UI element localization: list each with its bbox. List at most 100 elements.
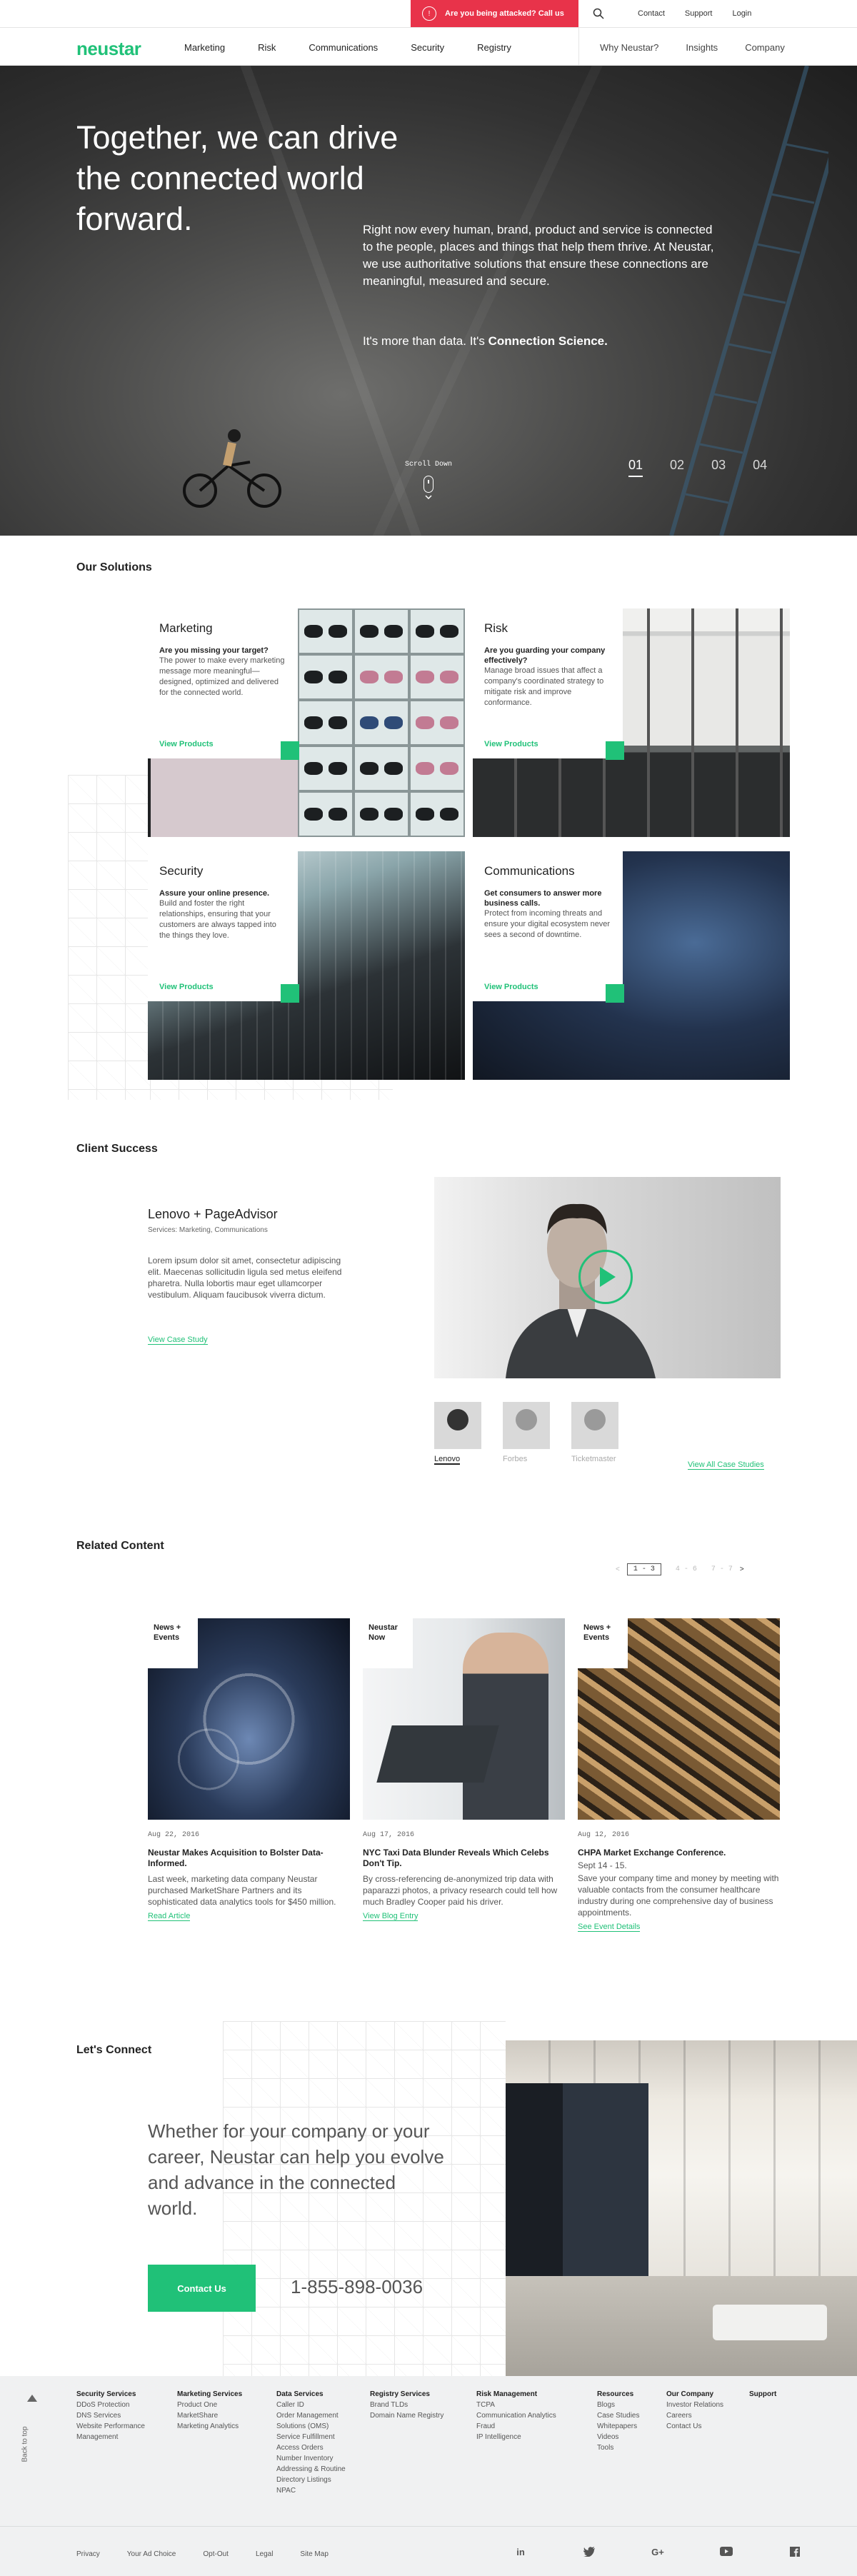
site-map-link[interactable]: Site Map xyxy=(300,2550,328,2558)
related-item-image[interactable]: Neustar Now xyxy=(363,1618,565,1820)
footer-link[interactable]: Case Studies xyxy=(597,2412,639,2420)
view-products-link[interactable]: View Products xyxy=(159,983,214,991)
nav-marketing[interactable]: Marketing xyxy=(184,42,225,53)
view-products-link[interactable]: View Products xyxy=(159,740,214,748)
pager-page[interactable]: 4 - 6 xyxy=(676,1565,697,1573)
sunglasses-grid-image xyxy=(298,608,465,837)
footer-link[interactable]: Directory Listings xyxy=(276,2476,331,2484)
nav-registry[interactable]: Registry xyxy=(477,42,511,53)
phone-number[interactable]: 1-855-898-0036 xyxy=(291,2276,423,2298)
footer-link[interactable]: MarketShare xyxy=(177,2412,218,2420)
footer-column-heading[interactable]: Registry Services xyxy=(370,2390,430,2398)
client-thumb-lenovo[interactable]: Lenovo xyxy=(434,1402,481,1465)
related-item-image[interactable]: News + Events xyxy=(578,1618,780,1820)
related-item-title[interactable]: CHPA Market Exchange Conference. xyxy=(578,1848,780,1858)
legal-link[interactable]: Legal xyxy=(256,2550,273,2558)
related-item-title[interactable]: NYC Taxi Data Blunder Reveals Which Cele… xyxy=(363,1848,565,1869)
footer-link[interactable]: Whitepapers xyxy=(597,2422,637,2430)
attack-alert-link[interactable]: ! Are you being attacked? Call us xyxy=(411,0,578,27)
view-all-case-studies-link[interactable]: View All Case Studies xyxy=(688,1460,764,1470)
opt-out-link[interactable]: Opt-Out xyxy=(203,2550,229,2558)
client-thumb-ticketmaster[interactable]: Ticketmaster xyxy=(571,1402,618,1465)
twitter-icon[interactable] xyxy=(583,2547,596,2558)
solution-card-security[interactable]: Security Assure your online presence. Bu… xyxy=(148,851,465,1080)
footer-link[interactable]: Caller ID xyxy=(276,2401,304,2409)
footer-link[interactable]: TCPA xyxy=(476,2401,495,2409)
read-article-link[interactable]: Read Article xyxy=(148,1912,191,1921)
footer-link[interactable]: Website Performance Management xyxy=(76,2421,169,2442)
footer-link[interactable]: Marketing Analytics xyxy=(177,2422,239,2430)
nav-security[interactable]: Security xyxy=(411,42,444,53)
nav-company[interactable]: Company xyxy=(745,42,785,53)
linkedin-icon[interactable]: in xyxy=(514,2547,527,2558)
footer-link[interactable]: Product One xyxy=(177,2401,217,2409)
footer-link[interactable]: DNS Services xyxy=(76,2412,121,2420)
footer-link[interactable]: Blogs xyxy=(597,2401,615,2409)
nav-communications[interactable]: Communications xyxy=(309,42,378,53)
client-thumb-forbes[interactable]: Forbes xyxy=(503,1402,550,1465)
solution-card-communications[interactable]: Communications Get consumers to answer m… xyxy=(473,851,790,1080)
support-link[interactable]: Support xyxy=(685,9,713,18)
pager-current[interactable]: 1 - 3 xyxy=(626,1563,661,1575)
nav-why-neustar[interactable]: Why Neustar? xyxy=(600,42,658,53)
pager-page[interactable]: 7 - 7 xyxy=(711,1565,733,1573)
related-item-image[interactable]: News + Events xyxy=(148,1618,350,1820)
nav-insights[interactable]: Insights xyxy=(686,42,718,53)
neustar-logo[interactable]: neustar xyxy=(76,38,141,60)
slide-03[interactable]: 03 xyxy=(711,458,726,477)
footer-link[interactable]: Service Fulfillment xyxy=(276,2433,335,2441)
login-link[interactable]: Login xyxy=(732,9,751,18)
solution-card-risk[interactable]: Risk Are you guarding your company effec… xyxy=(473,608,790,837)
pager-next-icon[interactable]: > xyxy=(740,1565,744,1573)
view-blog-entry-link[interactable]: View Blog Entry xyxy=(363,1912,419,1921)
pager-prev-icon[interactable]: < xyxy=(616,1565,620,1573)
footer-link[interactable]: Contact Us xyxy=(666,2422,701,2430)
footer-link[interactable]: Tools xyxy=(597,2444,613,2452)
footer-column-heading[interactable]: Data Services xyxy=(276,2390,324,2398)
see-event-details-link[interactable]: See Event Details xyxy=(578,1923,641,1932)
ad-choice-link[interactable]: Your Ad Choice xyxy=(127,2550,176,2558)
footer-link[interactable]: Number Inventory xyxy=(276,2455,333,2462)
footer-link[interactable]: DDoS Protection xyxy=(76,2401,129,2409)
related-item-title[interactable]: Neustar Makes Acquisition to Bolster Dat… xyxy=(148,1848,350,1869)
privacy-link[interactable]: Privacy xyxy=(76,2550,100,2558)
contact-link[interactable]: Contact xyxy=(638,9,665,18)
googleplus-icon[interactable]: G+ xyxy=(651,2547,664,2558)
footer-link[interactable]: IP Intelligence xyxy=(476,2433,521,2441)
footer-link[interactable]: Brand TLDs xyxy=(370,2401,408,2409)
footer-link[interactable]: Investor Relations xyxy=(666,2401,723,2409)
solution-card-marketing[interactable]: Marketing Are you missing your target? T… xyxy=(148,608,465,837)
footer-link[interactable]: Domain Name Registry xyxy=(370,2412,443,2420)
slide-04[interactable]: 04 xyxy=(753,458,767,477)
view-products-link[interactable]: View Products xyxy=(484,740,538,748)
footer-column-heading[interactable]: Our Company xyxy=(666,2390,713,2398)
view-case-study-link[interactable]: View Case Study xyxy=(148,1335,208,1345)
back-to-top-button[interactable]: Back to top xyxy=(21,2390,43,2476)
slide-01[interactable]: 01 xyxy=(628,458,643,477)
contact-us-button[interactable]: Contact Us xyxy=(148,2265,256,2312)
footer-link[interactable]: Communication Analytics xyxy=(476,2412,556,2420)
footer-column-heading[interactable]: Marketing Services xyxy=(177,2390,242,2398)
footer-link[interactable]: Addressing & Routine xyxy=(276,2465,346,2473)
play-icon[interactable] xyxy=(578,1250,633,1304)
scroll-down-indicator[interactable]: Scroll Down xyxy=(403,461,454,502)
footer-link[interactable]: Videos xyxy=(597,2433,618,2441)
footer-link[interactable]: Careers xyxy=(666,2412,692,2420)
footer-link[interactable]: NPAC xyxy=(276,2487,296,2495)
footer-column-heading[interactable]: Security Services xyxy=(76,2390,136,2398)
footer-link[interactable]: Order Management Solutions (OMS) xyxy=(276,2410,355,2432)
view-products-link[interactable]: View Products xyxy=(484,983,538,991)
related-item-description: Last week, marketing data company Neusta… xyxy=(148,1874,336,1907)
footer-link[interactable]: Access Orders xyxy=(276,2444,324,2452)
slide-02[interactable]: 02 xyxy=(670,458,684,477)
card-description: Protect from incoming threats and ensure… xyxy=(484,909,611,939)
search-icon[interactable] xyxy=(578,8,618,19)
footer-column-heading[interactable]: Risk Management xyxy=(476,2390,537,2398)
footer-column-heading[interactable]: Resources xyxy=(597,2390,633,2398)
youtube-icon[interactable] xyxy=(720,2547,733,2558)
facebook-icon[interactable] xyxy=(788,2547,801,2558)
footer-column-heading[interactable]: Support xyxy=(749,2390,776,2398)
case-study-video[interactable] xyxy=(434,1177,781,1378)
footer-link[interactable]: Fraud xyxy=(476,2422,495,2430)
nav-risk[interactable]: Risk xyxy=(258,42,276,53)
